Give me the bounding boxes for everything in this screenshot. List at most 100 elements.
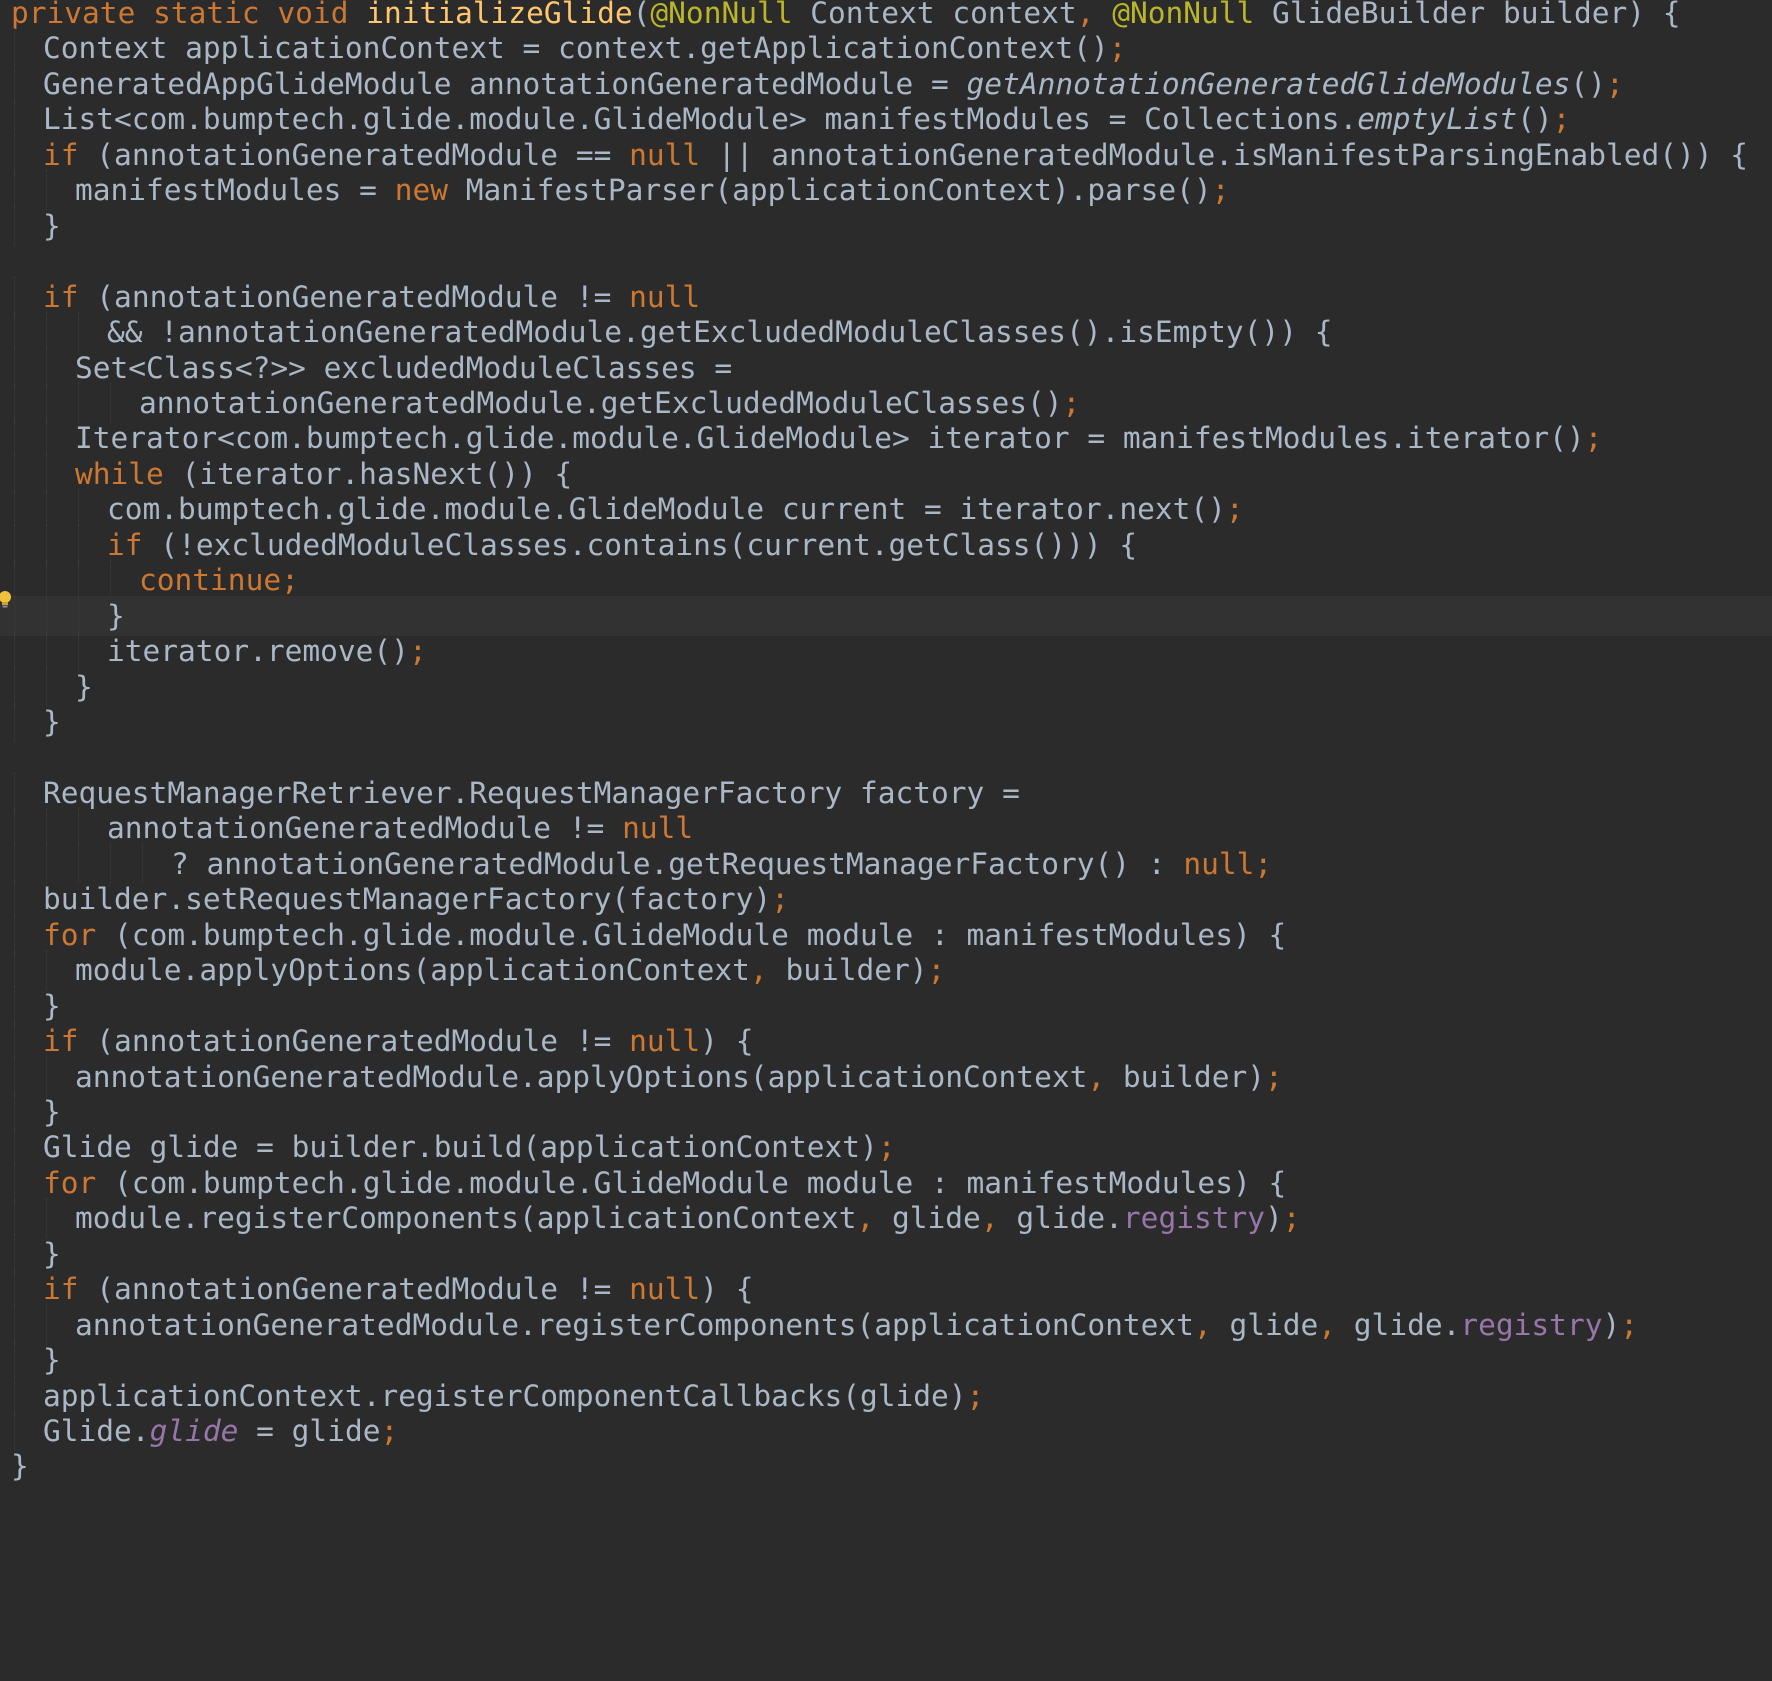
code-token: builder) [1122,1059,1265,1094]
indent-guide [46,1056,47,1097]
code-editor[interactable]: private static void initializeGlide(@Non… [0,0,1772,1681]
code-token: ; [1552,102,1571,137]
code-line[interactable]: module.registerComponents(applicationCon… [0,1198,1772,1239]
code-token: RequestManagerRetriever.RequestManagerFa… [43,775,1020,810]
code-line[interactable] [0,737,1772,777]
code-token: , [1193,1307,1230,1342]
code-line[interactable]: } [0,985,1772,1026]
code-line[interactable]: } [0,1091,1772,1132]
code-line[interactable]: com.bumptech.glide.module.GlideModule cu… [0,489,1772,530]
code-line[interactable]: if (!excludedModuleClasses.contains(curr… [0,524,1772,565]
code-line[interactable]: } [0,1340,1772,1381]
code-line[interactable]: for (com.bumptech.glide.module.GlideModu… [0,914,1772,955]
code-line[interactable]: if (annotationGeneratedModule == null ||… [0,134,1772,175]
code-line[interactable]: } [0,595,1772,636]
code-token: builder.setRequestManagerFactory(factory… [43,882,772,917]
code-line[interactable]: } [0,205,1772,246]
code-line[interactable]: iterator.remove(); [0,631,1772,672]
code-text: builder.setRequestManagerFactory(factory… [11,882,789,916]
indent-guide [14,1091,15,1132]
code-text: module.registerComponents(applicationCon… [11,1201,1301,1235]
code-line[interactable]: module.applyOptions(applicationContext, … [0,950,1772,991]
indent-guide [14,985,15,1026]
indent-guide [46,843,47,884]
indent-guide [78,312,79,353]
code-line[interactable]: ? annotationGeneratedModule.getRequestMa… [0,843,1772,884]
code-line[interactable]: while (iterator.hasNext()) { [0,453,1772,494]
code-token: } [43,1094,61,1129]
indent-guide [14,276,15,317]
code-token: if [107,527,161,562]
code-line[interactable]: List<com.bumptech.glide.module.GlideModu… [0,99,1772,140]
code-token: } [43,208,61,243]
code-text: annotationGeneratedModule.registerCompon… [11,1308,1638,1342]
code-token: manifestModules = [75,173,395,208]
code-line[interactable]: if (annotationGeneratedModule != null) { [0,1269,1772,1310]
indent-guide [14,631,15,672]
code-line[interactable]: GeneratedAppGlideModule annotationGenera… [0,63,1772,104]
code-line[interactable]: annotationGeneratedModule != null [0,808,1772,849]
code-text: } [11,1237,61,1271]
code-token: } [43,988,61,1023]
indent-guide [14,1056,15,1097]
code-token: ) { [700,1272,754,1307]
code-text: Context applicationContext = context.get… [11,31,1126,65]
code-token: for [43,917,115,952]
indent-guide [14,1198,15,1239]
code-line[interactable]: Iterator<com.bumptech.glide.module.Glide… [0,418,1772,459]
indent-guide [14,28,15,69]
code-line[interactable]: manifestModules = new ManifestParser(app… [0,170,1772,211]
code-text: } [11,599,125,633]
code-text: if (annotationGeneratedModule != null) { [11,1272,753,1306]
intention-bulb-icon[interactable] [0,590,14,610]
code-text: private static void initializeGlide(@Non… [11,0,1681,30]
code-line[interactable]: applicationContext.registerComponentCall… [0,1375,1772,1416]
code-line[interactable]: annotationGeneratedModule.registerCompon… [0,1304,1772,1345]
code-line[interactable]: RequestManagerRetriever.RequestManagerFa… [0,772,1772,813]
code-line[interactable]: } [0,702,1772,742]
code-line[interactable]: Glide.glide = glide; [0,1411,1772,1451]
code-line[interactable]: for (com.bumptech.glide.module.GlideModu… [0,1162,1772,1203]
code-line[interactable]: } [0,666,1772,707]
code-line[interactable]: if (annotationGeneratedModule != null [0,276,1772,317]
code-line[interactable]: Set<Class<?>> excludedModuleClasses = [0,347,1772,388]
code-token: @NonNull [650,0,793,30]
code-line[interactable]: Context applicationContext = context.get… [0,28,1772,69]
code-line[interactable]: Glide glide = builder.build(applicationC… [0,1127,1772,1168]
code-line[interactable]: if (annotationGeneratedModule != null) { [0,1021,1772,1062]
code-line[interactable]: annotationGeneratedModule.applyOptions(a… [0,1056,1772,1097]
code-token: Iterator<com.bumptech.glide.module.Glide… [75,421,1585,456]
code-line[interactable]: } [0,1233,1772,1274]
code-text: continue; [11,563,299,597]
code-token: , [856,1201,892,1236]
code-line[interactable]: } [0,1446,1772,1486]
code-line[interactable]: && !annotationGeneratedModule.getExclude… [0,312,1772,353]
code-line[interactable]: continue; [0,560,1772,601]
code-token: private static void [11,0,367,30]
code-token: ; [1062,385,1081,420]
code-line[interactable] [0,241,1772,281]
code-token: ; [1605,66,1624,101]
code-text: } [11,989,61,1023]
code-token: builder) [785,953,928,988]
indent-guide [78,843,79,884]
code-token: GeneratedAppGlideModule annotationGenera… [43,66,967,101]
code-line[interactable]: annotationGeneratedModule.getExcludedMod… [0,382,1772,423]
code-token: || annotationGeneratedModule.isManifestP… [700,137,1749,172]
code-token: (iterator.hasNext()) { [181,456,573,491]
code-text: } [11,1343,61,1377]
indent-guide [14,63,15,104]
code-line[interactable]: builder.setRequestManagerFactory(factory… [0,879,1772,920]
indent-guide [14,1233,15,1274]
code-text: GeneratedAppGlideModule annotationGenera… [11,67,1624,101]
code-token: annotationGeneratedModule.getExcludedMod… [139,385,1063,420]
code-text: ? annotationGeneratedModule.getRequestMa… [11,847,1272,881]
code-token: for [43,1165,115,1200]
code-token: glide. [1353,1307,1461,1342]
code-text: } [11,670,93,704]
indent-guide [110,382,111,423]
code-token: Context context [792,0,1077,30]
code-token: null [622,811,694,846]
code-text: RequestManagerRetriever.RequestManagerFa… [11,776,1020,810]
indent-guide [14,489,15,530]
